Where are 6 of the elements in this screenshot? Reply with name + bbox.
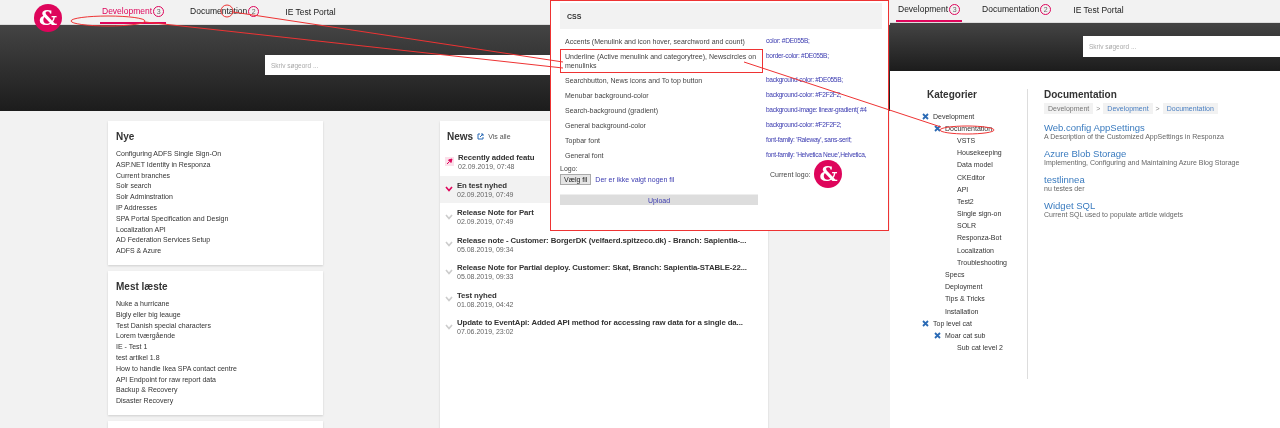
current-logo: & [814,160,843,188]
card-title: News [447,131,474,142]
card-title: Nye [116,131,136,142]
card-title: Mest læste [116,280,169,292]
section-title: Kategorier [926,89,978,100]
section-title: Documentation [1044,89,1118,100]
